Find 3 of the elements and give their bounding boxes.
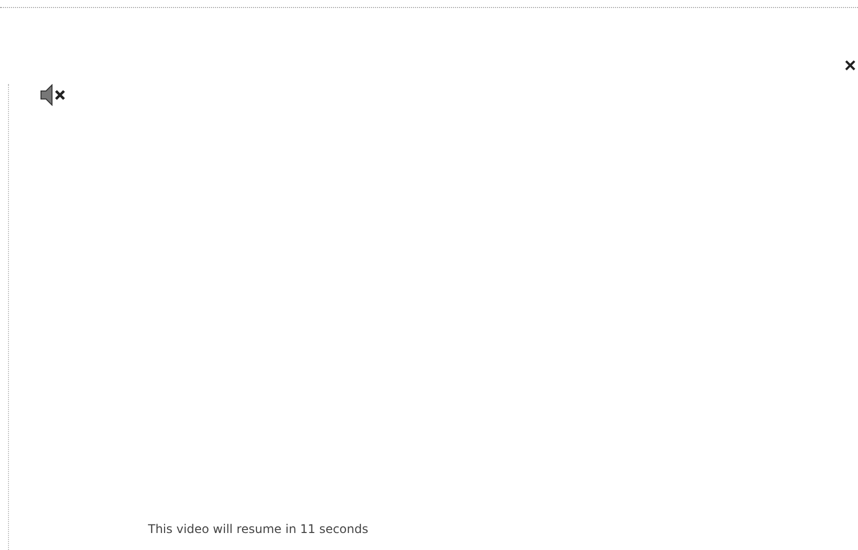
resume-message: This video will resume in 11 seconds [148,522,370,536]
close-button[interactable]: × [842,56,858,76]
muted-speaker-icon[interactable] [40,84,68,106]
